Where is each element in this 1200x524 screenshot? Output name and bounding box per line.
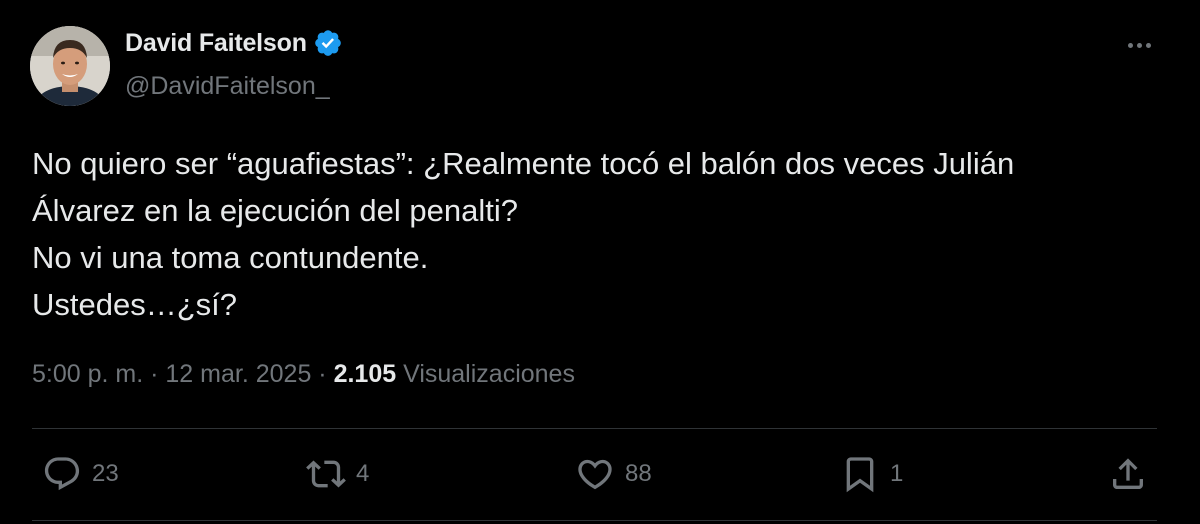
like-button[interactable]: 88 (575, 454, 652, 494)
bookmark-count: 1 (890, 460, 904, 487)
author-name-row: David Faitelson (125, 28, 343, 58)
more-horizontal-icon[interactable] (1122, 30, 1156, 60)
views-count: 2.105 (333, 360, 397, 388)
like-count: 88 (625, 460, 652, 487)
share-upload-icon (1113, 458, 1143, 489)
reply-bubble-icon (44, 457, 80, 491)
author-display-name[interactable]: David Faitelson (125, 29, 307, 58)
retweet-icon (306, 460, 346, 488)
heart-icon (578, 459, 612, 490)
bottom-divider (32, 520, 1157, 521)
divider (32, 428, 1157, 429)
reply-count: 23 (92, 460, 119, 487)
meta-separator: · (150, 360, 159, 388)
tweet-metadata: 5:00 p. m. · 12 mar. 2025 · 2.105 Visual… (32, 360, 575, 389)
tweet-text-line: No quiero ser “aguafiestas”: ¿Realmente … (32, 146, 1015, 181)
avatar-image (30, 26, 110, 106)
author-handle[interactable]: @DavidFaitelson_ (125, 72, 330, 101)
retweet-count: 4 (356, 460, 370, 487)
tweet-text: No quiero ser “aguafiestas”: ¿Realmente … (32, 140, 1172, 328)
bookmark-icon (846, 457, 874, 493)
tweet-text-line: Álvarez en la ejecución del penalti? (32, 193, 518, 228)
meta-separator: · (318, 360, 327, 388)
tweet-text-line: No vi una toma contundente. (32, 240, 429, 275)
share-button[interactable] (1108, 454, 1148, 494)
tweet-text-line: Ustedes…¿sí? (32, 287, 238, 322)
views-label: Visualizaciones (403, 360, 575, 388)
avatar[interactable] (30, 26, 110, 106)
reply-button[interactable]: 23 (42, 454, 119, 494)
verified-badge-icon[interactable] (313, 28, 343, 58)
action-bar: 23 4 88 1 (0, 446, 1200, 506)
tweet-date[interactable]: 12 mar. 2025 (165, 360, 311, 388)
tweet-card: David Faitelson @DavidFaitelson_ No quie… (0, 0, 1200, 524)
retweet-button[interactable]: 4 (306, 454, 369, 494)
bookmark-button[interactable]: 1 (840, 454, 903, 494)
tweet-time[interactable]: 5:00 p. m. (32, 360, 143, 388)
